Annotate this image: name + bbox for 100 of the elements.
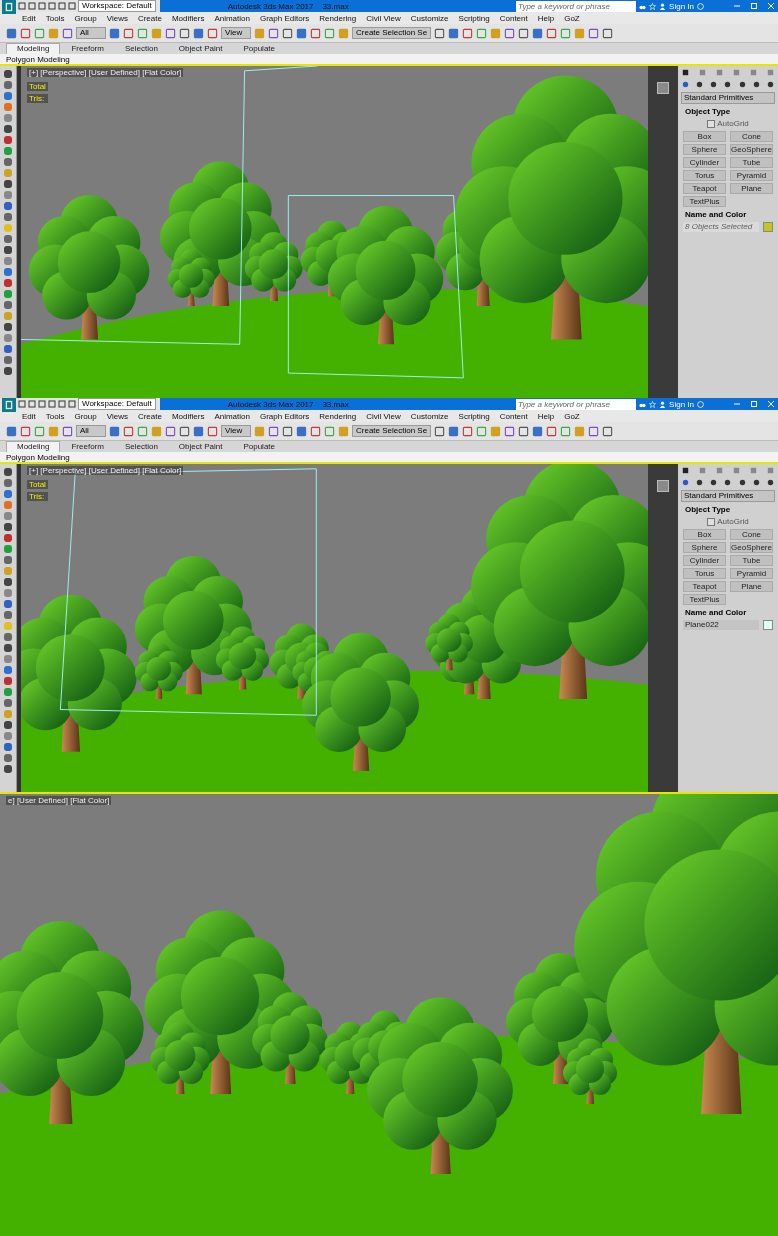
viewport-label[interactable]: e] [User Defined] [Flat Color] xyxy=(6,796,112,805)
ribbon-tab[interactable]: Selection xyxy=(114,442,168,452)
help-icon[interactable] xyxy=(697,2,704,10)
menu-item[interactable]: GoZ xyxy=(564,411,580,421)
star-icon[interactable] xyxy=(649,2,657,10)
menu-item[interactable]: Views xyxy=(106,411,128,421)
menu-item[interactable]: Animation xyxy=(214,411,250,421)
menu-item[interactable]: Create xyxy=(137,13,162,23)
color-swatch[interactable] xyxy=(763,620,773,630)
ribbon-tab[interactable]: Freeform xyxy=(61,442,114,452)
category-dropdown[interactable]: Standard Primitives xyxy=(681,490,775,502)
selection-filter-dropdown[interactable]: All xyxy=(76,27,106,39)
window-title: Autodesk 3ds Max 2017 33.max xyxy=(227,1,350,11)
ribbon-tab[interactable]: Object Paint xyxy=(168,442,233,452)
rollout-header[interactable]: Object Type xyxy=(681,107,775,116)
app-logo-icon[interactable] xyxy=(2,398,16,412)
ribbon-tab[interactable]: Populate xyxy=(233,44,285,54)
viewport-statistic: Total xyxy=(27,480,48,489)
ribbon-tab[interactable]: Populate xyxy=(233,442,285,452)
menu-item[interactable]: Views xyxy=(106,13,128,23)
search-field[interactable]: Type a keyword or phrase xyxy=(516,398,637,410)
menu-item[interactable]: Tools xyxy=(45,411,65,421)
menu-item[interactable]: Create xyxy=(137,411,162,421)
primitive-button[interactable]: Tube xyxy=(730,157,773,168)
primitive-button[interactable]: GeoSphere xyxy=(730,144,773,155)
ribbon-tab[interactable]: Selection xyxy=(114,44,168,54)
primitive-button[interactable]: Sphere xyxy=(683,542,726,553)
sign-in-link[interactable]: Sign In xyxy=(669,1,694,11)
viewport-statistic: Total xyxy=(27,82,48,91)
name-field[interactable]: Plane022 xyxy=(683,620,759,630)
rollout-header[interactable]: Name and Color xyxy=(681,608,775,617)
menu-item[interactable]: Modifiers xyxy=(171,411,205,421)
menu-item[interactable]: Rendering xyxy=(319,411,357,421)
viewport-label[interactable]: [+] [Perspective] [User Defined] [Flat Color] xyxy=(27,466,184,475)
primitive-button[interactable]: Plane xyxy=(730,183,773,194)
primitive-button[interactable]: Cone xyxy=(730,529,773,540)
primitive-button[interactable]: Teapot xyxy=(683,581,726,592)
menu-item[interactable]: Group xyxy=(74,411,97,421)
reference-coordinate-dropdown[interactable]: View xyxy=(221,425,251,437)
menu-item[interactable]: Content xyxy=(499,13,528,23)
primitive-button[interactable]: Cylinder xyxy=(683,157,726,168)
primitive-button[interactable]: Cone xyxy=(730,131,773,142)
menu-item[interactable]: Civil View xyxy=(366,411,401,421)
primitive-button[interactable]: Box xyxy=(683,131,726,142)
menu-item[interactable]: Animation xyxy=(214,13,250,23)
menu-item[interactable]: Content xyxy=(499,411,528,421)
menu-item[interactable]: Scripting xyxy=(458,411,490,421)
primitive-button[interactable]: Box xyxy=(683,529,726,540)
menu-item[interactable]: Scripting xyxy=(458,13,490,23)
primitive-button[interactable]: Cylinder xyxy=(683,555,726,566)
menu-item[interactable]: Help xyxy=(537,411,555,421)
rollout-header[interactable]: Object Type xyxy=(681,505,775,514)
autogrid-checkbox[interactable]: AutoGrid xyxy=(707,119,749,128)
autogrid-checkbox[interactable]: AutoGrid xyxy=(707,517,749,526)
ribbon-tab[interactable]: Object Paint xyxy=(168,44,233,54)
window-title: Autodesk 3ds Max 2017 33.max xyxy=(227,399,350,409)
menu-item[interactable]: Help xyxy=(537,13,555,23)
search-field[interactable]: Type a keyword or phrase xyxy=(516,0,637,12)
menu-item[interactable]: Group xyxy=(74,13,97,23)
menu-item[interactable]: GoZ xyxy=(564,13,580,23)
primitive-button[interactable]: Plane xyxy=(730,581,773,592)
user-icon[interactable] xyxy=(659,400,667,408)
menu-item[interactable]: Edit xyxy=(22,13,36,23)
menu-item[interactable]: Edit xyxy=(22,411,36,421)
primitive-button[interactable]: TextPlus xyxy=(683,594,726,605)
primitive-button[interactable]: GeoSphere xyxy=(730,542,773,553)
menu-item[interactable]: Graph Editors xyxy=(259,411,310,421)
menu-item[interactable]: Rendering xyxy=(319,13,357,23)
primitive-button[interactable]: Torus xyxy=(683,170,726,181)
primitive-button[interactable]: Pyramid xyxy=(730,170,773,181)
ribbon-panel-title[interactable]: Polygon Modeling xyxy=(6,54,70,64)
color-swatch[interactable] xyxy=(763,222,773,232)
rollout-header[interactable]: Name and Color xyxy=(681,210,775,219)
viewport-label[interactable]: [+] [Perspective] [User Defined] [Flat Color] xyxy=(27,68,184,77)
primitive-button[interactable]: Sphere xyxy=(683,144,726,155)
menu-item[interactable]: Modifiers xyxy=(171,13,205,23)
menu-item[interactable]: Customize xyxy=(410,13,449,23)
star-icon[interactable] xyxy=(649,400,657,408)
primitive-button[interactable]: Torus xyxy=(683,568,726,579)
ribbon-tab[interactable]: Freeform xyxy=(61,44,114,54)
sign-in-link[interactable]: Sign In xyxy=(669,399,694,409)
primitive-button[interactable]: Teapot xyxy=(683,183,726,194)
named-selection-dropdown[interactable]: Create Selection Se xyxy=(352,425,432,437)
named-selection-dropdown[interactable]: Create Selection Se xyxy=(352,27,432,39)
ribbon-panel-title[interactable]: Polygon Modeling xyxy=(6,452,70,462)
category-dropdown[interactable]: Standard Primitives xyxy=(681,92,775,104)
user-icon[interactable] xyxy=(659,2,667,10)
primitive-button[interactable]: TextPlus xyxy=(683,196,726,207)
primitive-button[interactable]: Pyramid xyxy=(730,568,773,579)
help-icon[interactable] xyxy=(697,400,704,408)
menu-item[interactable]: Graph Editors xyxy=(259,13,310,23)
workspace-dropdown[interactable]: Workspace: Default xyxy=(78,0,156,12)
menu-item[interactable]: Civil View xyxy=(366,13,401,23)
app-logo-icon[interactable] xyxy=(2,0,16,14)
menu-item[interactable]: Customize xyxy=(410,411,449,421)
selection-filter-dropdown[interactable]: All xyxy=(76,425,106,437)
workspace-dropdown[interactable]: Workspace: Default xyxy=(78,398,156,410)
primitive-button[interactable]: Tube xyxy=(730,555,773,566)
reference-coordinate-dropdown[interactable]: View xyxy=(221,27,251,39)
menu-item[interactable]: Tools xyxy=(45,13,65,23)
